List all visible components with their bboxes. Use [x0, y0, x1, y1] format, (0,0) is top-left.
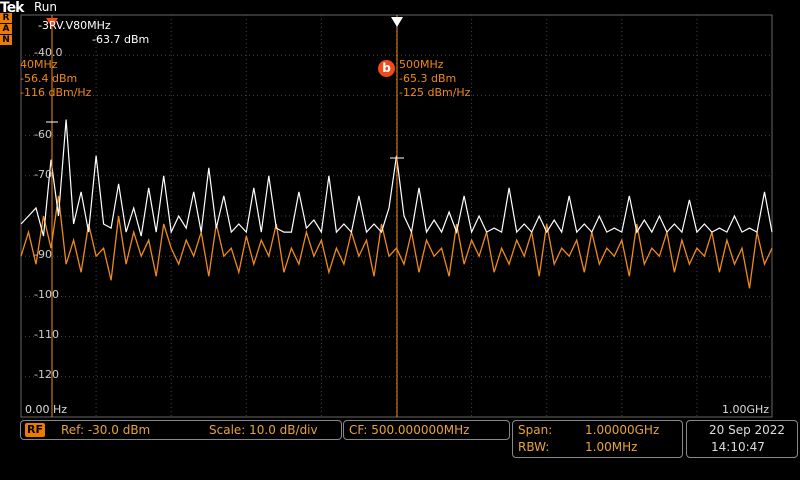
brand-logo: Tek	[0, 0, 25, 16]
ref-marker-amplitude: -63.7 dBm	[92, 33, 150, 46]
trigger-badges: R A N	[0, 13, 14, 46]
y-tick-label: -70	[34, 168, 52, 181]
trig-badge-r: R	[0, 13, 12, 23]
marker-b-frequency: 500MHz	[399, 58, 444, 71]
rf-badge: RF	[25, 423, 45, 437]
acquisition-status: Run	[34, 0, 58, 14]
rf-settings-badge[interactable]: RF Ref: -30.0 dBm Scale: 10.0 dB/div	[20, 420, 342, 440]
marker-b-badge[interactable]: b	[378, 60, 395, 77]
x-axis-stop: 1.00GHz	[722, 403, 770, 416]
y-tick-label: -120	[34, 368, 59, 381]
rbw-label: RBW:	[518, 440, 550, 454]
y-tick-label: -90	[34, 248, 52, 261]
date: 20 Sep 2022	[709, 423, 786, 437]
marker-a-frequency: 40MHz	[20, 58, 58, 71]
marker-b-amplitude: -65.3 dBm	[399, 72, 457, 85]
y-tick-label: -100	[34, 288, 59, 301]
y-tick-label: -110	[34, 328, 59, 341]
span-label: Span:	[518, 423, 553, 437]
marker-b-density: -125 dBm/Hz	[399, 86, 471, 99]
rbw-value: 1.00MHz	[585, 440, 638, 454]
ref-level: Ref: -30.0 dBm	[61, 423, 151, 437]
marker-a-density: -116 dBm/Hz	[20, 86, 92, 99]
center-frequency-badge[interactable]: CF: 500.000000MHz	[343, 420, 510, 440]
y-tick-label: -60	[34, 128, 52, 141]
span-value: 1.00000GHz	[585, 423, 660, 437]
scale-readout: Scale: 10.0 dB/div	[209, 423, 318, 437]
center-frequency: CF: 500.000000MHz	[349, 423, 470, 437]
date-time-display[interactable]: 20 Sep 2022 14:10:47	[686, 420, 798, 458]
trig-badge-a: A	[0, 24, 12, 34]
x-axis-start: 0.00 Hz	[25, 403, 68, 416]
trig-badge-n: N	[0, 35, 12, 45]
time: 14:10:47	[711, 440, 765, 454]
marker-top-label: -3RV.V80MHz	[38, 19, 111, 32]
marker-a-amplitude: -56.4 dBm	[20, 72, 78, 85]
span-rbw-badge[interactable]: Span: 1.00000GHz RBW: 1.00MHz	[512, 420, 683, 458]
